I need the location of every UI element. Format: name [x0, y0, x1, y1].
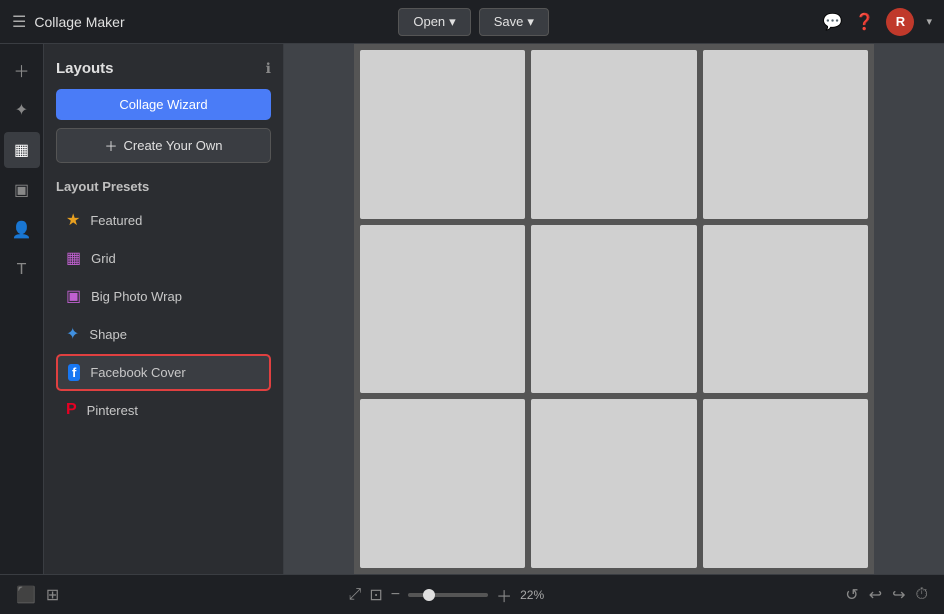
preset-item-pinterest[interactable]: P Pinterest	[56, 393, 271, 427]
pinterest-icon: P	[66, 401, 77, 419]
sidebar-icon-people[interactable]: 👤	[4, 212, 40, 248]
layers-icon[interactable]: ⬛	[16, 585, 36, 605]
zoom-in-icon[interactable]: ＋	[496, 583, 512, 607]
history-icon[interactable]: ⏱	[916, 586, 928, 604]
topbar: ☰ Collage Maker Open ▾ Save ▾ 💬 ❓ R ▾	[0, 0, 944, 44]
bottombar-left: ⬛ ⊞	[16, 585, 59, 605]
bottombar-center: ⤢ ⊡ − ＋ 22%	[349, 583, 557, 607]
fit-screen-icon[interactable]: ⤢	[349, 586, 362, 604]
grid-view-icon[interactable]: ⊞	[46, 585, 59, 605]
zoom-out-icon[interactable]: −	[391, 586, 400, 604]
app-title: Collage Maker	[34, 14, 124, 30]
refresh-icon[interactable]: ↺	[845, 585, 858, 605]
chat-icon[interactable]: 💬	[823, 12, 843, 32]
collage-cell-1[interactable]	[360, 50, 525, 219]
zoom-slider[interactable]	[408, 593, 488, 597]
preset-item-big-photo-wrap[interactable]: ▣ Big Photo Wrap	[56, 278, 271, 314]
collage-cell-9[interactable]	[703, 399, 868, 568]
preset-list: ★ Featured ▦ Grid ▣ Big Photo Wrap ✦ Sha…	[56, 202, 271, 427]
zoom-percent: 22%	[520, 588, 556, 602]
crop-icon[interactable]: ⊡	[369, 585, 382, 605]
presets-section-title: Layout Presets	[56, 179, 271, 194]
shape-icon: ✦	[66, 324, 79, 344]
sidebar-icon-text[interactable]: T	[4, 252, 40, 288]
bottombar: ⬛ ⊞ ⤢ ⊡ − ＋ 22% ↺ ↩ ↪ ⏱	[0, 574, 944, 614]
main-content: ＋ ✦ ▦ ▣ 👤 T Layouts ℹ Collage Wizard ＋ C…	[0, 44, 944, 574]
open-button[interactable]: Open ▾	[398, 8, 470, 36]
preset-item-shape[interactable]: ✦ Shape	[56, 316, 271, 352]
topbar-center: Open ▾ Save ▾	[398, 8, 549, 36]
preset-label-pinterest: Pinterest	[87, 403, 138, 418]
panel-sidebar: Layouts ℹ Collage Wizard ＋ Create Your O…	[44, 44, 284, 574]
undo-icon[interactable]: ↩	[869, 585, 882, 605]
preset-label-grid: Grid	[91, 251, 116, 266]
preset-item-grid[interactable]: ▦ Grid	[56, 240, 271, 276]
collage-cell-5[interactable]	[531, 225, 696, 394]
collage-cell-7[interactable]	[360, 399, 525, 568]
help-icon[interactable]: ❓	[855, 12, 875, 32]
bottombar-right: ↺ ↩ ↪ ⏱	[845, 585, 928, 605]
collage-cell-6[interactable]	[703, 225, 868, 394]
topbar-left: ☰ Collage Maker	[12, 12, 125, 32]
panel-title: Layouts	[56, 60, 114, 77]
collage-grid	[354, 44, 874, 574]
collage-wizard-button[interactable]: Collage Wizard	[56, 89, 271, 120]
collage-cell-3[interactable]	[703, 50, 868, 219]
big-photo-wrap-icon: ▣	[66, 286, 81, 306]
info-icon[interactable]: ℹ	[266, 60, 271, 77]
preset-label-featured: Featured	[90, 213, 142, 228]
sidebar-icon-add[interactable]: ＋	[4, 52, 40, 88]
preset-label-shape: Shape	[89, 327, 127, 342]
collage-cell-2[interactable]	[531, 50, 696, 219]
panel-header: Layouts ℹ	[56, 60, 271, 77]
collage-cell-4[interactable]	[360, 225, 525, 394]
save-button[interactable]: Save ▾	[479, 8, 549, 36]
grid-icon: ▦	[66, 248, 81, 268]
icon-sidebar: ＋ ✦ ▦ ▣ 👤 T	[0, 44, 44, 574]
avatar[interactable]: R	[886, 8, 914, 36]
collage-cell-8[interactable]	[531, 399, 696, 568]
topbar-right: 💬 ❓ R ▾	[823, 8, 932, 36]
sidebar-icon-layouts[interactable]: ▦	[4, 132, 40, 168]
redo-icon[interactable]: ↪	[892, 585, 905, 605]
sidebar-icon-effects[interactable]: ✦	[4, 92, 40, 128]
canvas-area[interactable]	[284, 44, 944, 574]
facebook-icon: f	[68, 364, 80, 381]
plus-icon: ＋	[104, 136, 117, 155]
preset-label-big-photo-wrap: Big Photo Wrap	[91, 289, 182, 304]
avatar-chevron-icon[interactable]: ▾	[926, 15, 932, 28]
preset-item-featured[interactable]: ★ Featured	[56, 202, 271, 238]
preset-label-facebook-cover: Facebook Cover	[90, 365, 185, 380]
menu-icon[interactable]: ☰	[12, 12, 26, 32]
create-own-button[interactable]: ＋ Create Your Own	[56, 128, 271, 163]
featured-icon: ★	[66, 210, 80, 230]
preset-item-facebook-cover[interactable]: f Facebook Cover	[56, 354, 271, 391]
sidebar-icon-photos[interactable]: ▣	[4, 172, 40, 208]
